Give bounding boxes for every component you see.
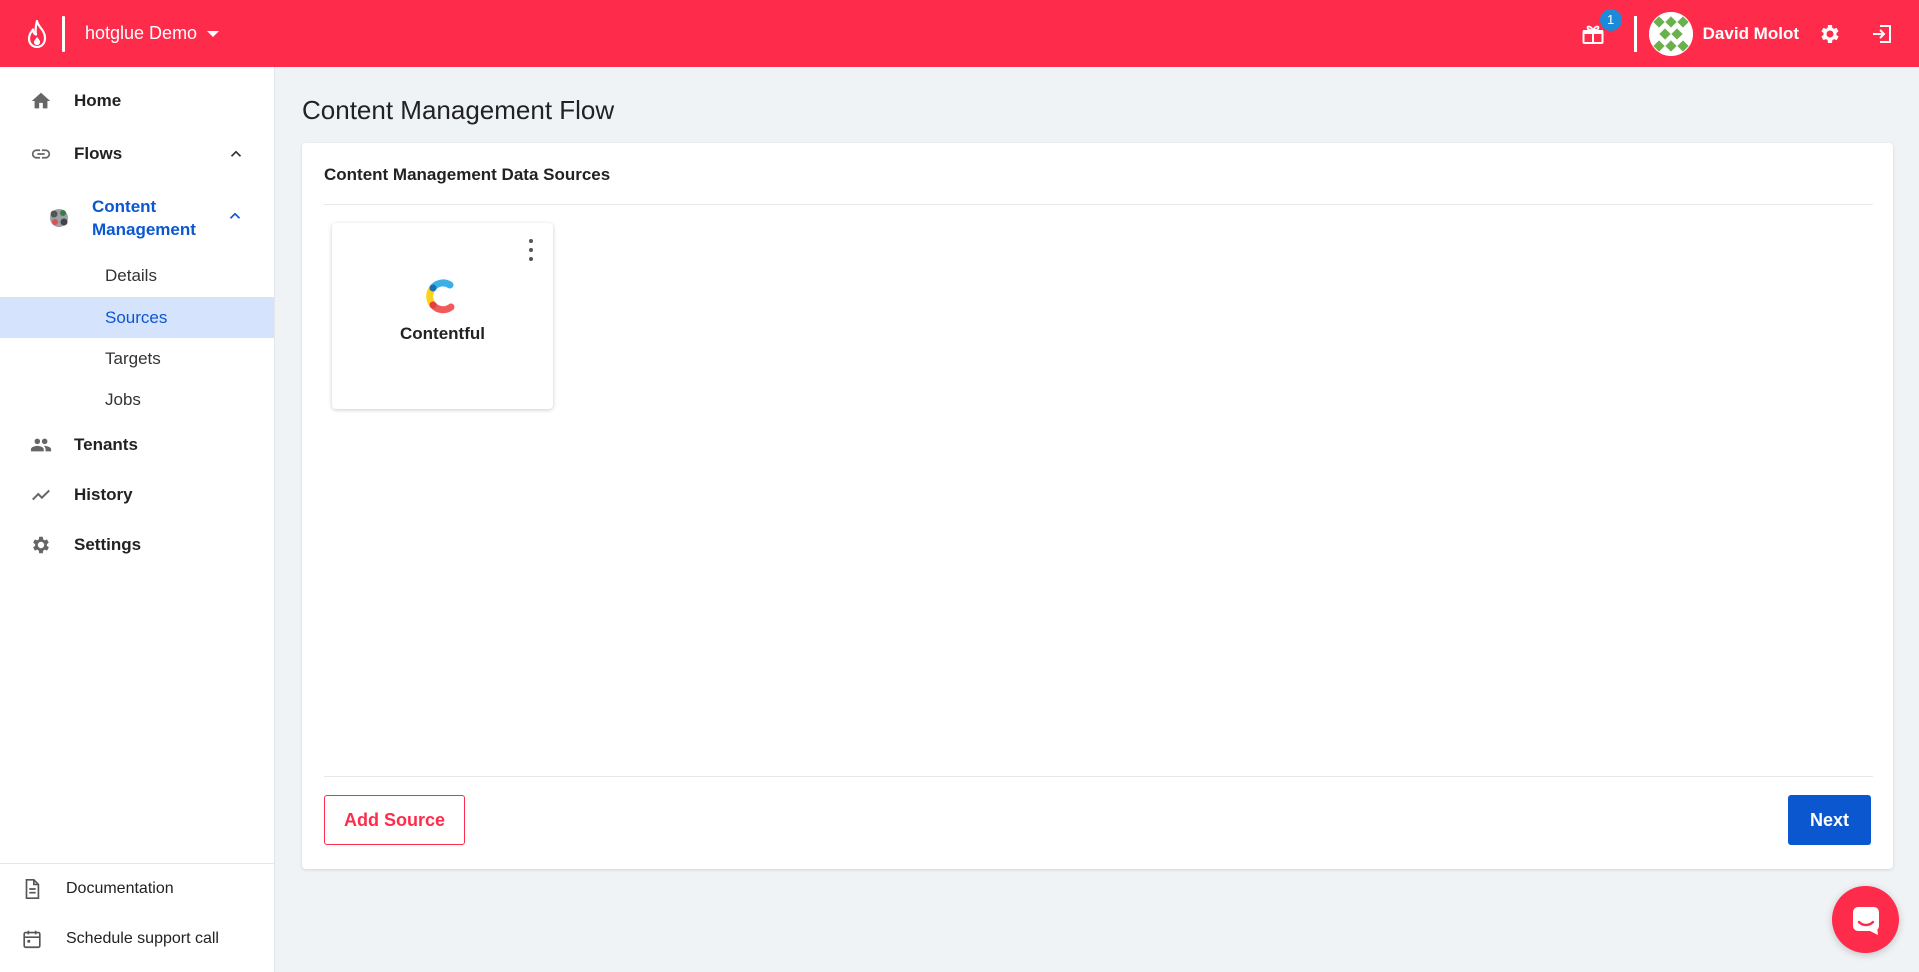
gear-icon: [29, 533, 53, 557]
sidebar-item-label: Schedule support call: [66, 930, 219, 947]
sidebar-item-label: Sources: [105, 307, 168, 327]
sidebar-item-label: Targets: [105, 348, 161, 368]
caret-down-icon: [207, 30, 220, 37]
avatar[interactable]: [1648, 11, 1693, 56]
sidebar-item-label: Flows: [74, 144, 123, 163]
contentful-logo-icon: [426, 279, 455, 314]
sidebar-item-label: Details: [105, 265, 157, 285]
sidebar-item-jobs[interactable]: Jobs: [0, 379, 274, 420]
gear-icon[interactable]: [1815, 19, 1845, 49]
sidebar-item-details[interactable]: Details: [0, 255, 274, 296]
gift-button[interactable]: 1: [1578, 8, 1622, 49]
sidebar-item-tenants[interactable]: Tenants: [0, 425, 274, 465]
divider: [324, 204, 1873, 205]
sidebar-item-flows[interactable]: Flows: [0, 134, 274, 174]
page-title: Content Management Flow: [302, 95, 615, 125]
sidebar: Home Flows Content Management Details So…: [0, 67, 275, 972]
source-name: Contentful: [400, 324, 485, 343]
sidebar-item-targets[interactable]: Targets: [0, 338, 274, 379]
chat-button[interactable]: [1832, 886, 1899, 953]
sidebar-item-label: Tenants: [74, 435, 138, 454]
sidebar-item-label: Settings: [74, 535, 142, 554]
add-source-button[interactable]: Add Source: [324, 795, 465, 845]
chat-icon: [1852, 906, 1879, 935]
people-icon: [29, 433, 53, 457]
sidebar-item-sources[interactable]: Sources: [0, 297, 274, 338]
top-bar: hotglue Demo 1 David Molot: [0, 0, 1919, 67]
logout-icon[interactable]: [1867, 19, 1897, 49]
sidebar-item-label: Documentation: [66, 880, 174, 897]
source-tile-contentful[interactable]: Contentful: [332, 223, 553, 409]
sidebar-item-content-management[interactable]: Content Management: [0, 193, 274, 245]
divider: [324, 776, 1873, 777]
notification-badge: 1: [1599, 8, 1622, 31]
link-icon: [29, 142, 53, 166]
trending-icon: [29, 483, 53, 507]
documentation-link[interactable]: Documentation: [0, 869, 274, 909]
sidebar-item-history[interactable]: History: [0, 475, 274, 515]
calendar-icon: [20, 927, 44, 951]
divider: [1633, 15, 1637, 52]
sidebar-item-label: Home: [74, 91, 122, 110]
document-icon: [20, 877, 44, 901]
workspace-name: hotglue Demo: [85, 23, 198, 43]
sidebar-item-label: Jobs: [105, 389, 141, 409]
chevron-up-icon[interactable]: [226, 207, 246, 227]
more-vert-icon[interactable]: [525, 239, 537, 261]
flame-icon[interactable]: [12, 0, 62, 67]
next-button[interactable]: Next: [1788, 795, 1871, 845]
sidebar-item-settings[interactable]: Settings: [0, 525, 274, 565]
flow-icon: [46, 205, 72, 231]
workspace-selector[interactable]: hotglue Demo: [85, 23, 220, 44]
home-icon: [29, 89, 53, 113]
sidebar-item-label: Content Management: [92, 197, 196, 239]
sources-card: Content Management Data Sources Contentf…: [302, 143, 1893, 869]
card-title: Content Management Data Sources: [324, 165, 611, 184]
chevron-up-icon[interactable]: [226, 144, 246, 164]
sidebar-item-home[interactable]: Home: [0, 81, 274, 121]
username[interactable]: David Molot: [1703, 24, 1799, 44]
divider: [62, 15, 65, 52]
divider: [0, 863, 274, 864]
sidebar-item-label: History: [74, 485, 133, 504]
schedule-support-call-link[interactable]: Schedule support call: [0, 919, 274, 959]
